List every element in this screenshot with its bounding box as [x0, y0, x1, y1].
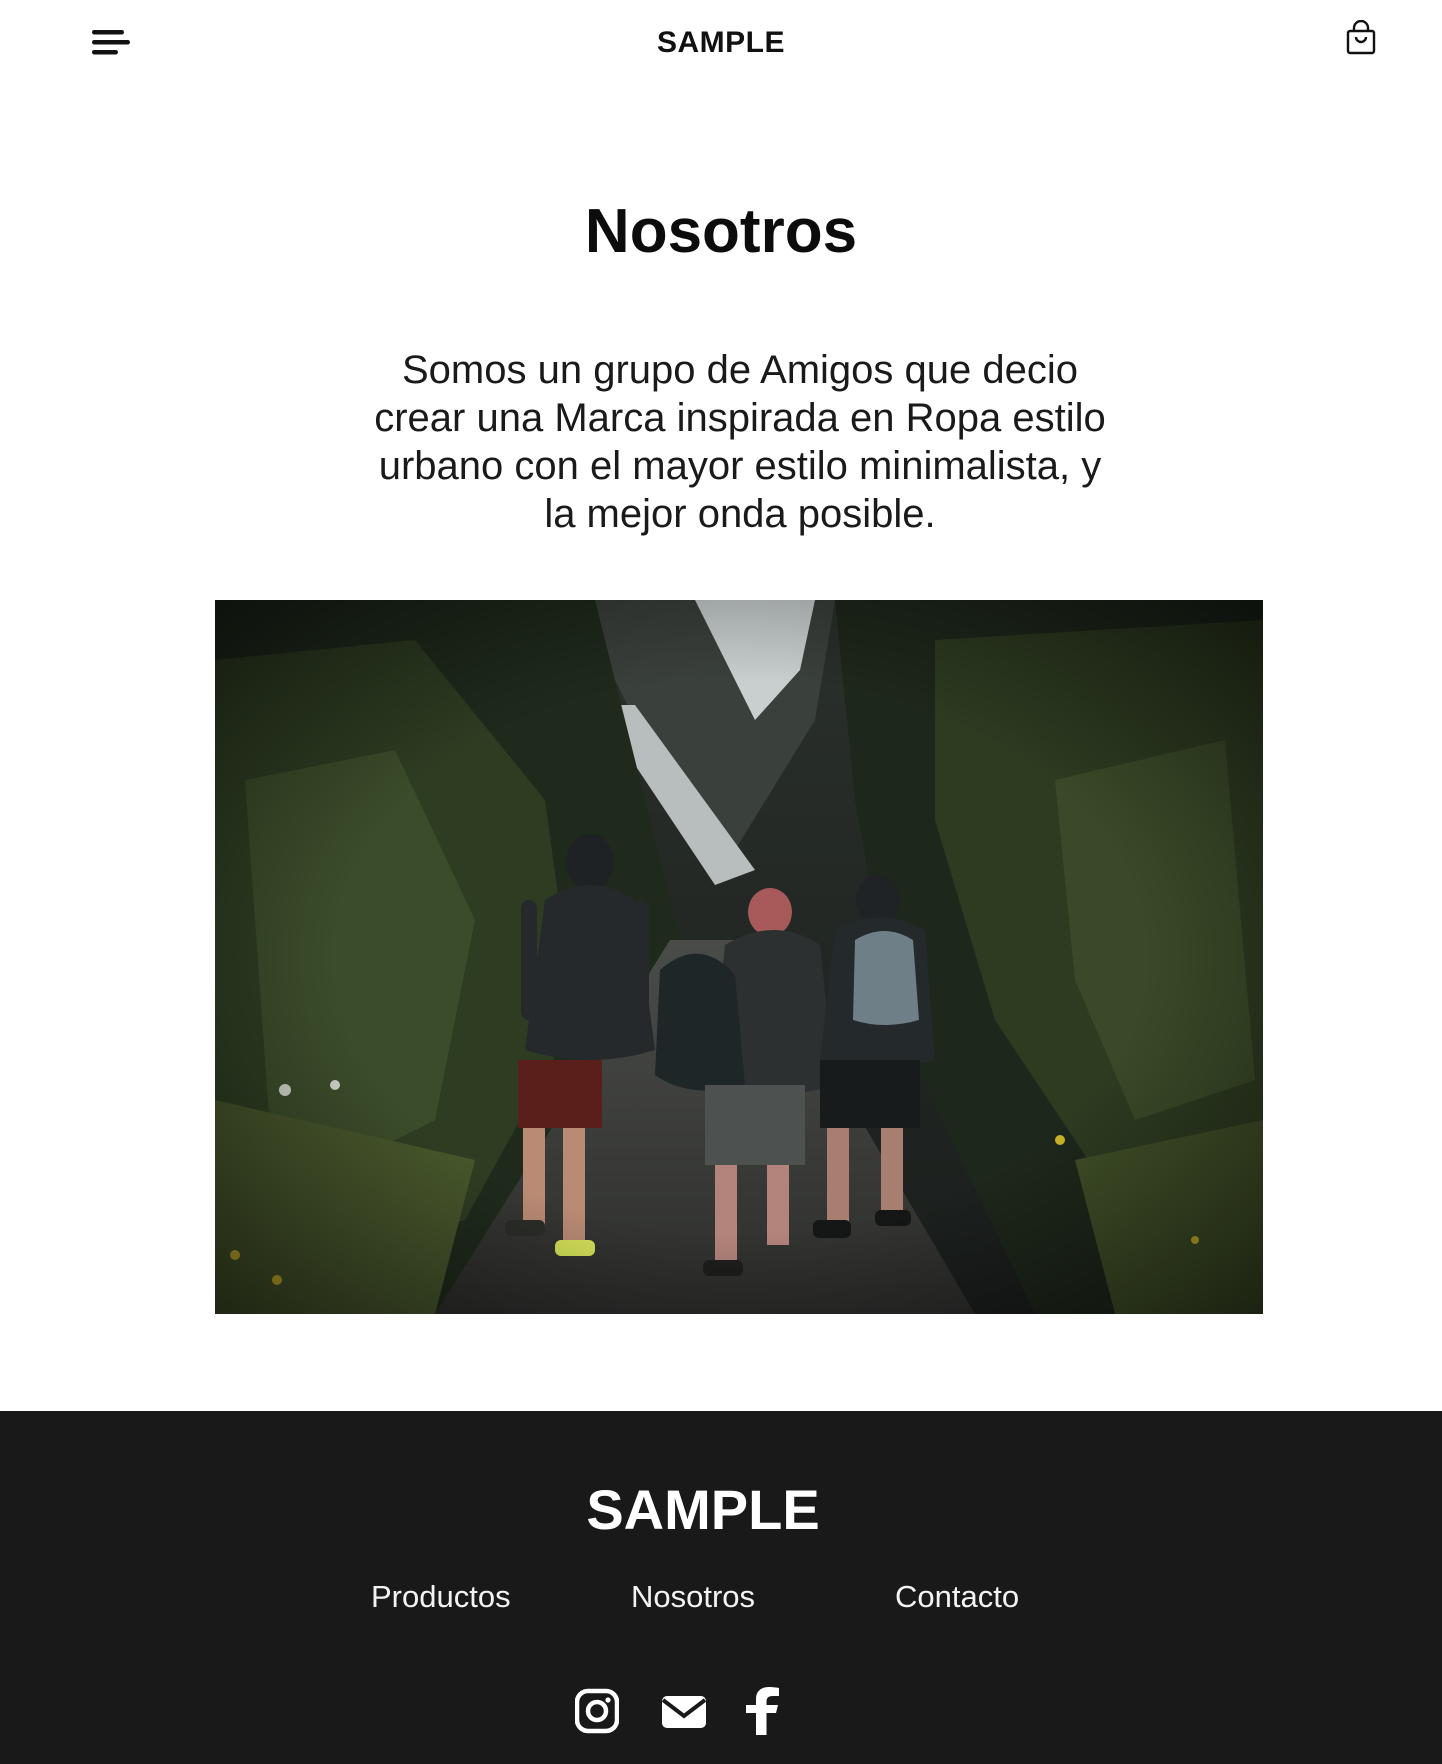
footer-brand[interactable]: SAMPLE — [0, 1477, 1424, 1542]
site-brand[interactable]: SAMPLE — [0, 26, 1442, 60]
intro-paragraph: Somos un grupo de Amigos que decio crear… — [374, 348, 1106, 536]
shopping-bag-icon[interactable] — [1344, 20, 1378, 56]
site-header: SAMPLE — [0, 0, 1442, 90]
hero-image — [215, 600, 1263, 1314]
instagram-icon[interactable] — [575, 1687, 619, 1735]
footer-link-nosotros[interactable]: Nosotros — [631, 1579, 755, 1615]
footer-link-productos[interactable]: Productos — [371, 1579, 511, 1615]
facebook-icon[interactable] — [737, 1687, 787, 1735]
page-title: Nosotros — [584, 197, 858, 266]
site-footer: SAMPLE Productos Nosotros Contacto — [0, 1411, 1442, 1764]
footer-link-contacto[interactable]: Contacto — [895, 1579, 1019, 1615]
mail-icon[interactable] — [661, 1687, 707, 1735]
